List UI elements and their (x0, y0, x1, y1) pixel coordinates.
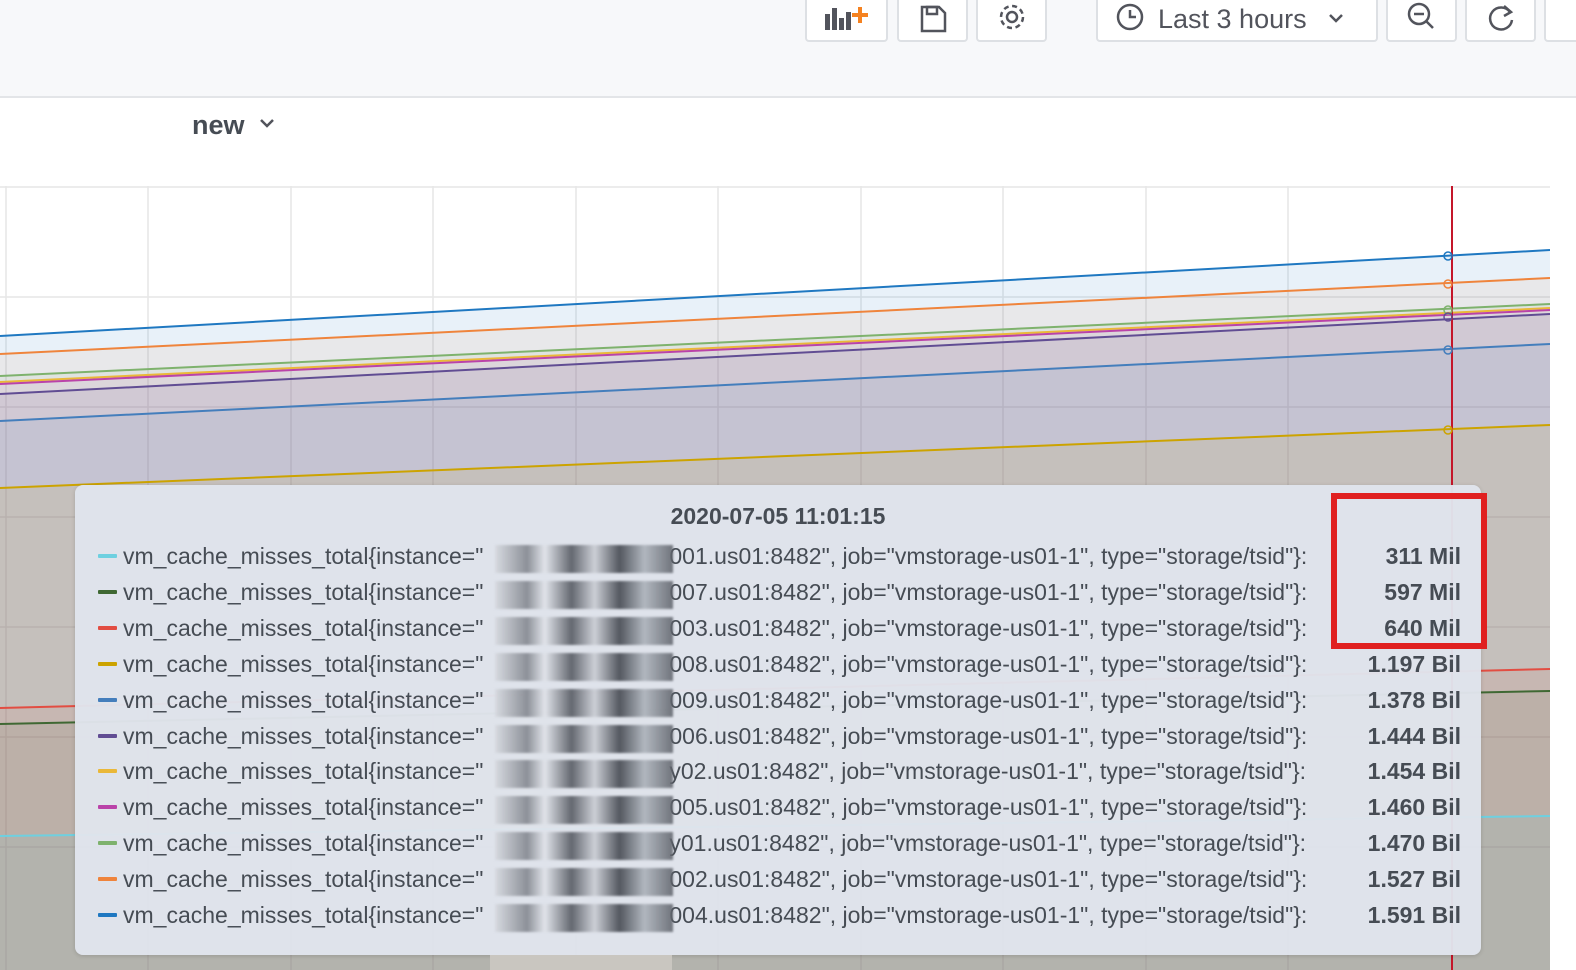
redacted-hostname (495, 580, 673, 609)
zoom-out-button[interactable] (1386, 0, 1457, 42)
redacted-hostname (495, 688, 673, 717)
refresh-icon (1484, 2, 1518, 36)
series-name-prefix: vm_cache_misses_total{instance=" (123, 794, 484, 821)
series-name-prefix: vm_cache_misses_total{instance=" (123, 830, 484, 857)
add-panel-icon (821, 4, 873, 34)
series-color-swatch (98, 913, 117, 917)
chevron-down-icon (259, 115, 275, 136)
series-name: vm_cache_misses_total{instance=" 005.us01… (123, 794, 1333, 821)
redacted-hostname (495, 724, 673, 753)
series-name-suffix: y02.us01:8482", job="vmstorage-us01-1", … (669, 758, 1307, 785)
variable-selector[interactable]: new (192, 110, 275, 141)
series-color-swatch (98, 733, 117, 738)
series-value: 1.470 Bil (1367, 830, 1461, 857)
series-name-suffix: 002.us01:8482", job="vmstorage-us01-1", … (669, 866, 1308, 893)
redacted-hostname (495, 760, 673, 789)
refresh-button[interactable] (1465, 0, 1536, 42)
series-name-suffix: 003.us01:8482", job="vmstorage-us01-1", … (669, 614, 1308, 641)
series-name-prefix: vm_cache_misses_total{instance=" (123, 614, 484, 641)
series-color-swatch (98, 697, 117, 702)
series-color-swatch (98, 769, 117, 774)
series-name-suffix: 009.us01:8482", job="vmstorage-us01-1", … (669, 686, 1308, 713)
dashboard-toolbar: Last 3 hours (0, 0, 1576, 98)
series-name-suffix: y01.us01:8482", job="vmstorage-us01-1", … (669, 830, 1307, 857)
series-value: 1.527 Bil (1367, 866, 1461, 893)
series-name-prefix: vm_cache_misses_total{instance=" (123, 650, 484, 677)
series-name: vm_cache_misses_total{instance=" y01.us01… (123, 830, 1333, 857)
series-color-swatch (98, 589, 117, 594)
tooltip-series-row: vm_cache_misses_total{instance=" y01.us01… (75, 828, 1481, 864)
redacted-hostname (495, 796, 673, 825)
series-name-suffix: 007.us01:8482", job="vmstorage-us01-1", … (669, 578, 1308, 605)
series-color-swatch (98, 805, 117, 810)
redacted-hostname (495, 832, 673, 861)
dashboard-settings-button[interactable] (976, 0, 1047, 42)
add-panel-button[interactable] (805, 0, 888, 42)
series-name: vm_cache_misses_total{instance=" 004.us01… (123, 902, 1333, 929)
series-value: 1.454 Bil (1367, 758, 1461, 785)
series-color-swatch (98, 625, 117, 630)
series-name-prefix: vm_cache_misses_total{instance=" (123, 578, 484, 605)
series-color-swatch (98, 661, 117, 666)
series-value: 1.444 Bil (1367, 722, 1461, 749)
series-name: vm_cache_misses_total{instance=" 006.us01… (123, 723, 1333, 750)
series-name: vm_cache_misses_total{instance=" 002.us01… (123, 866, 1333, 893)
series-color-swatch (98, 841, 117, 846)
redacted-hostname (495, 616, 673, 645)
tooltip-timestamp: 2020-07-05 11:01:15 (670, 503, 886, 529)
series-name: vm_cache_misses_total{instance=" y02.us01… (123, 758, 1333, 785)
time-range-picker[interactable]: Last 3 hours (1096, 0, 1378, 42)
tooltip-series-row: vm_cache_misses_total{instance=" 008.us01… (75, 649, 1481, 685)
tooltip-series-row: vm_cache_misses_total{instance=" 001.us01… (75, 541, 1481, 577)
series-name: vm_cache_misses_total{instance=" 003.us01… (123, 615, 1333, 642)
tooltip-series-row: vm_cache_misses_total{instance=" 005.us01… (75, 792, 1481, 828)
series-name: vm_cache_misses_total{instance=" 007.us01… (123, 579, 1333, 606)
tooltip-series-row: vm_cache_misses_total{instance=" 002.us01… (75, 864, 1481, 900)
series-value: 1.197 Bil (1367, 650, 1461, 677)
save-icon (918, 4, 948, 34)
redacted-hostname (495, 545, 673, 573)
value-highlight-box (1331, 493, 1487, 649)
redacted-hostname (495, 868, 673, 897)
save-dashboard-button[interactable] (897, 0, 968, 42)
series-name-prefix: vm_cache_misses_total{instance=" (123, 902, 484, 928)
series-name-prefix: vm_cache_misses_total{instance=" (123, 758, 484, 785)
series-name-suffix: 004.us01:8482", job="vmstorage-us01-1", … (669, 902, 1308, 928)
tooltip-series-row: vm_cache_misses_total{instance=" 004.us01… (75, 900, 1481, 936)
zoom-out-icon (1405, 2, 1439, 36)
series-value: 1.591 Bil (1367, 902, 1461, 928)
tooltip-series-row: vm_cache_misses_total{instance=" 009.us01… (75, 685, 1481, 721)
tooltip-series-row: vm_cache_misses_total{instance=" y02.us01… (75, 756, 1481, 792)
tooltip-series-row: vm_cache_misses_total{instance=" 007.us01… (75, 577, 1481, 613)
series-value: 1.378 Bil (1367, 686, 1461, 713)
clock-icon (1114, 3, 1146, 35)
series-name: vm_cache_misses_total{instance=" 009.us01… (123, 687, 1333, 714)
redacted-hostname (495, 904, 673, 932)
variable-label: new (192, 110, 245, 140)
graph-tooltip: 2020-07-05 11:01:15 vm_cache_misses_tota… (75, 485, 1481, 955)
series-name-prefix: vm_cache_misses_total{instance=" (123, 866, 484, 893)
series-name: vm_cache_misses_total{instance=" 008.us01… (123, 651, 1333, 678)
gear-icon (996, 3, 1028, 35)
series-name-prefix: vm_cache_misses_total{instance=" (123, 543, 484, 569)
tooltip-series-row: vm_cache_misses_total{instance=" 006.us01… (75, 721, 1481, 757)
series-name: vm_cache_misses_total{instance=" 001.us01… (123, 543, 1333, 570)
series-color-swatch (98, 877, 117, 882)
series-name-suffix: 008.us01:8482", job="vmstorage-us01-1", … (669, 650, 1308, 677)
scroll-thumb[interactable] (490, 955, 672, 970)
series-name-suffix: 005.us01:8482", job="vmstorage-us01-1", … (669, 794, 1308, 821)
series-name-suffix: 001.us01:8482", job="vmstorage-us01-1", … (669, 543, 1308, 569)
tooltip-series-row: vm_cache_misses_total{instance=" 003.us01… (75, 613, 1481, 649)
chevron-down-icon (1327, 10, 1345, 28)
series-color-swatch (98, 554, 117, 558)
redacted-hostname (495, 652, 673, 681)
series-value: 1.460 Bil (1367, 794, 1461, 821)
refresh-interval-button[interactable] (1544, 0, 1576, 42)
series-name-prefix: vm_cache_misses_total{instance=" (123, 686, 484, 713)
time-range-label: Last 3 hours (1158, 3, 1307, 34)
series-name-suffix: 006.us01:8482", job="vmstorage-us01-1", … (669, 722, 1308, 749)
series-name-prefix: vm_cache_misses_total{instance=" (123, 722, 484, 749)
